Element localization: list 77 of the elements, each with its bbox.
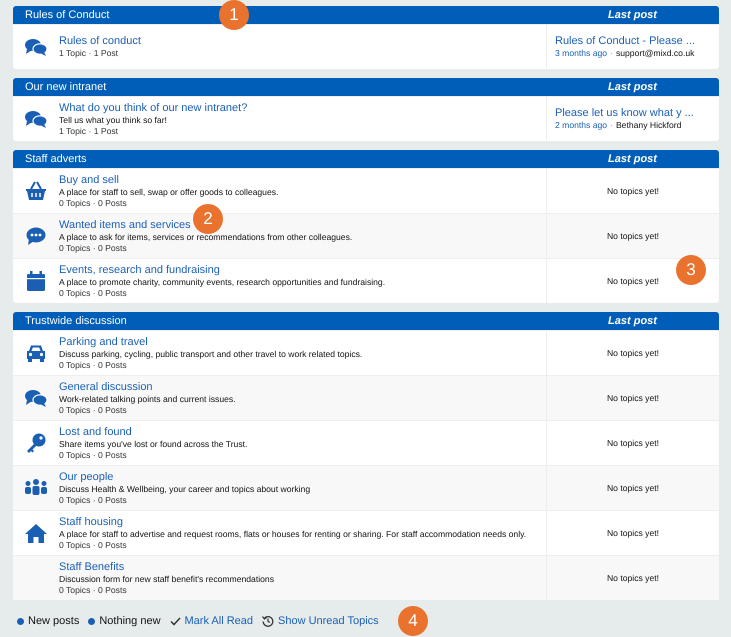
forum-stats: 0 Topics · 0 Posts (59, 288, 127, 298)
last-post-link[interactable]: Please let us know what y ... (555, 107, 719, 120)
forum-description: Discussion form for new staff benefit's recommendations (59, 574, 274, 584)
people-icon (24, 479, 48, 497)
section-title: Rules of Conduct (24, 9, 110, 21)
forum-link[interactable]: Staff Benefits (59, 560, 124, 574)
no-topics-text: No topics yet! (606, 483, 660, 493)
last-post-heading: Last post (607, 315, 658, 327)
basket-icon (25, 181, 47, 201)
last-post-heading: Last post (607, 153, 658, 165)
forum-description: Discuss parking, cycling, public transport and other travel to work related topics. (59, 348, 362, 360)
show-unread-link[interactable]: Show Unread Topics (262, 615, 379, 627)
forum-stats: 0 Topics · 0 Posts (59, 242, 127, 254)
no-topics-text: No topics yet! (606, 276, 660, 286)
post-author: Bethany Hickford (616, 120, 682, 131)
forum-link[interactable]: Staff housing (59, 516, 124, 528)
forum-link[interactable]: General discussion (59, 380, 153, 394)
legend-label: Nothing new (99, 615, 161, 627)
no-topics-text: No topics yet! (606, 231, 660, 241)
forum-link[interactable]: Rules of conduct (59, 35, 141, 48)
chat-bubbles-icon (24, 388, 48, 408)
forum-stats: 0 Topics · 0 Posts (59, 584, 127, 596)
forum-link[interactable]: Parking and travel (59, 336, 148, 348)
forum-description: A place for staff to advertise and request rooms, flats or houses for renting or sharing. For staff accommodation needs only. (59, 528, 526, 540)
forum-stats: 1 Topic · 1 Post (59, 48, 118, 59)
last-post-link[interactable]: Rules of Conduct - Please ... (555, 35, 719, 48)
forum-stats: 1 Topic · 1 Post (59, 126, 118, 136)
no-topics-text: No topics yet! (606, 348, 660, 358)
no-topics-text: No topics yet! (606, 528, 660, 538)
post-time-link[interactable]: 3 months ago (555, 48, 608, 59)
forum-description: Tell us what you think so far! (59, 114, 167, 126)
forum-description: Share items you've lost or found across the Trust. (59, 438, 248, 450)
no-topics-text: No topics yet! (606, 573, 660, 583)
mark-all-read-link[interactable]: Mark All Read (170, 615, 253, 627)
section-title: Trustwide discussion (24, 315, 127, 327)
legend-label: New posts (28, 615, 80, 627)
last-post-heading: Last post (607, 9, 658, 21)
post-author: support@mixd.co.uk (616, 48, 694, 59)
chat-bubbles-icon (24, 109, 48, 129)
separator-dot: · (610, 120, 613, 131)
number-badge: 1 (219, 0, 249, 30)
house-icon (25, 524, 47, 542)
forum-link[interactable]: Lost and found (59, 426, 132, 438)
no-topics-text: No topics yet! (606, 393, 660, 403)
forum-description: Discuss Health & Wellbeing, your career and topics about working (59, 484, 310, 494)
no-topics-text: No topics yet! (606, 186, 660, 196)
forum-description: A place for staff to sell, swap or offer goods to colleagues. (59, 186, 278, 198)
car-icon (25, 344, 47, 362)
forum-stats: 0 Topics · 0 Posts (59, 540, 127, 550)
calendar-icon (27, 271, 45, 291)
forum-description: Work-related talking points and current issues. (59, 394, 236, 404)
post-time-link[interactable]: 2 months ago (555, 120, 608, 131)
no-topics-text: No topics yet! (606, 438, 660, 448)
forum-stats: 0 Topics · 0 Posts (59, 494, 127, 506)
forum-stats: 0 Topics · 0 Posts (59, 404, 127, 416)
history-icon (262, 615, 274, 627)
forum-link[interactable]: Wanted items and services (59, 218, 191, 232)
forum-link[interactable]: Events, research and fundraising (59, 264, 220, 276)
key-icon (26, 433, 46, 453)
speech-bubble-icon (26, 226, 46, 246)
status-dot (88, 618, 96, 624)
forum-link[interactable]: What do you think of our new intranet? (59, 102, 248, 114)
last-post-heading: Last post (607, 81, 658, 93)
forum-description: A place to ask for items, services or recommendations from other colleagues. (59, 232, 352, 242)
forum-link[interactable]: Our people (59, 470, 114, 484)
forum-stats: 0 Topics · 0 Posts (59, 198, 127, 208)
forum-description: A place to promote charity, community events, research opportunities and fundraising. (59, 276, 386, 288)
number-badge: 4 (398, 606, 428, 636)
section-title: Staff adverts (24, 153, 87, 165)
checkmark-icon (170, 616, 181, 626)
separator-dot: · (610, 48, 613, 59)
forum-stats: 0 Topics · 0 Posts (59, 450, 127, 460)
forum-link[interactable]: Buy and sell (59, 174, 119, 186)
status-dot (17, 618, 24, 624)
section-title: Our new intranet (24, 81, 106, 93)
forum-stats: 0 Topics · 0 Posts (59, 360, 127, 370)
chat-bubbles-icon (24, 37, 48, 57)
